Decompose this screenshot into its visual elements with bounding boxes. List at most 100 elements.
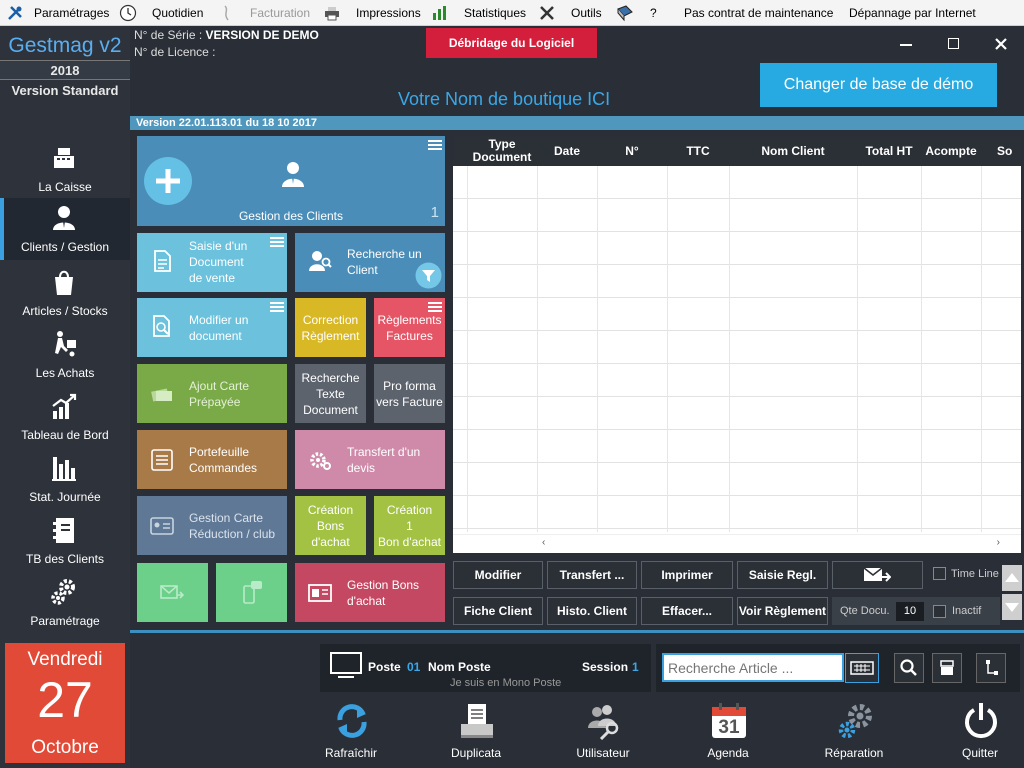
menu-facturation[interactable]: Facturation xyxy=(250,0,310,26)
scroll-right-icon[interactable]: › xyxy=(997,537,1000,548)
menu-icon[interactable] xyxy=(428,140,442,150)
col-ttc[interactable]: TTC xyxy=(667,136,729,166)
creation-1bon-tile[interactable]: Création 1 Bon d'achat xyxy=(374,496,445,555)
menu-outils[interactable]: Outils xyxy=(571,0,602,26)
table-row[interactable] xyxy=(453,364,1021,397)
document-search-icon xyxy=(153,315,170,337)
col-nom-client[interactable]: Nom Client xyxy=(729,136,857,166)
recherche-texte-tile[interactable]: Recherche Texte Document xyxy=(295,364,366,423)
menu-icon[interactable] xyxy=(270,237,284,247)
documents-table[interactable]: Type Document Date N° TTC Nom Client Tot… xyxy=(453,136,1021,553)
scroll-left-icon[interactable]: ‹ xyxy=(542,537,545,548)
quitter-button[interactable]: Quitter xyxy=(930,700,1024,766)
col-type-document[interactable]: Type Document xyxy=(467,136,537,166)
maximize-icon[interactable] xyxy=(944,34,964,54)
sidebar-item-tb-clients[interactable]: TB des Clients xyxy=(0,510,130,572)
mono-poste-text: Je suis en Mono Poste xyxy=(450,677,562,689)
fiche-client-button[interactable]: Fiche Client xyxy=(453,597,543,625)
sidebar-item-parametrage[interactable]: Paramétrage xyxy=(0,572,130,634)
menu-icon[interactable] xyxy=(428,302,442,312)
table-row[interactable] xyxy=(453,199,1021,232)
col-numero[interactable]: N° xyxy=(597,136,667,166)
saisie-regl-button[interactable]: Saisie Regl. xyxy=(737,561,828,589)
table-row[interactable] xyxy=(453,298,1021,331)
table-row[interactable] xyxy=(453,430,1021,463)
search-article-input[interactable] xyxy=(662,653,844,682)
saisie-document-tile[interactable]: Saisie d'un Document de vente xyxy=(137,233,287,292)
effacer-button[interactable]: Effacer... xyxy=(641,597,733,625)
table-row[interactable] xyxy=(453,463,1021,496)
gears-icon xyxy=(51,579,75,605)
modifier-button[interactable]: Modifier xyxy=(453,561,543,589)
transfert-devis-tile[interactable]: Transfert d'un devis xyxy=(295,430,445,489)
menu-maintenance[interactable]: Pas contrat de maintenance xyxy=(684,0,833,26)
horizontal-scrollbar[interactable]: ‹ › xyxy=(453,534,1021,552)
histo-client-button[interactable]: Histo. Client xyxy=(547,597,637,625)
col-date[interactable]: Date xyxy=(537,136,597,166)
minimize-icon[interactable] xyxy=(896,34,916,54)
table-row[interactable] xyxy=(453,166,1021,199)
menu-parametrages[interactable]: Paramétrages xyxy=(34,0,109,26)
voir-reglement-button[interactable]: Voir Règlement xyxy=(737,597,828,625)
menu-icon[interactable] xyxy=(270,302,284,312)
menu-statistiques[interactable]: Statistiques xyxy=(464,0,526,26)
sidebar-item-achats[interactable]: Les Achats xyxy=(0,324,130,386)
transfert-button[interactable]: Transfert ... xyxy=(547,561,637,589)
table-row[interactable] xyxy=(453,232,1021,265)
menu-quotidien[interactable]: Quotidien xyxy=(152,0,203,26)
table-row[interactable] xyxy=(453,331,1021,364)
gestion-carte-tile[interactable]: Gestion Carte Réduction / club xyxy=(137,496,287,555)
hierarchy-button[interactable] xyxy=(976,653,1006,683)
pro-forma-tile[interactable]: Pro forma vers Facture xyxy=(374,364,445,423)
col-acompte[interactable]: Acompte xyxy=(921,136,981,166)
scroll-up-button[interactable] xyxy=(1002,565,1022,591)
change-demo-db-button[interactable]: Changer de base de démo xyxy=(760,63,997,107)
modifier-document-tile[interactable]: Modifier un document xyxy=(137,298,287,357)
creation-bons-tile[interactable]: Création Bons d'achat xyxy=(295,496,366,555)
table-column-line xyxy=(467,166,468,532)
correction-reglement-tile[interactable]: Correction Règlement xyxy=(295,298,366,357)
utilisateur-button[interactable]: Utilisateur xyxy=(553,700,653,766)
time-line-checkbox[interactable] xyxy=(933,567,946,580)
keyboard-button[interactable] xyxy=(845,653,879,683)
unlock-software-button[interactable]: Débridage du Logiciel xyxy=(426,28,597,58)
scroll-down-button[interactable] xyxy=(1002,594,1022,620)
menu-help[interactable]: ? xyxy=(650,0,657,26)
imprimer-button[interactable]: Imprimer xyxy=(641,561,733,589)
menu-impressions[interactable]: Impressions xyxy=(356,0,421,26)
sms-tile[interactable] xyxy=(216,563,287,622)
menu-depannage[interactable]: Dépannage par Internet xyxy=(849,0,976,26)
sidebar-item-tableau[interactable]: Tableau de Bord xyxy=(0,386,130,448)
sidebar-item-caisse[interactable]: La Caisse xyxy=(0,138,130,200)
filter-icon[interactable] xyxy=(415,262,442,289)
reparation-button[interactable]: Réparation xyxy=(804,700,904,766)
tile-line: Règlement xyxy=(301,329,360,343)
recherche-client-tile[interactable]: Recherche un Client xyxy=(295,233,445,292)
ajout-carte-tile[interactable]: Ajout Carte Prépayée xyxy=(137,364,287,423)
send-email-button[interactable] xyxy=(832,561,923,589)
duplicata-button[interactable]: Duplicata xyxy=(426,700,526,766)
portefeuille-commandes-tile[interactable]: Portefeuille Commandes xyxy=(137,430,287,489)
gestion-bons-tile[interactable]: Gestion Bons d'achat xyxy=(295,563,445,622)
add-circle-icon[interactable] xyxy=(143,156,193,206)
sidebar-item-articles[interactable]: Articles / Stocks xyxy=(0,262,130,324)
settings-tools-icon xyxy=(8,6,22,20)
col-total-ht[interactable]: Total HT xyxy=(857,136,921,166)
table-row[interactable] xyxy=(453,265,1021,298)
close-icon[interactable] xyxy=(991,34,1011,54)
rafraichir-button[interactable]: Rafraîchir xyxy=(301,700,401,766)
qte-docu-input[interactable]: 10 xyxy=(896,602,924,621)
reglements-factures-tile[interactable]: Règlements Factures xyxy=(374,298,445,357)
sidebar-item-stat[interactable]: Stat. Journée xyxy=(0,448,130,510)
inactif-checkbox[interactable] xyxy=(933,605,946,618)
col-solde[interactable]: So xyxy=(991,136,1021,166)
barcode-button[interactable] xyxy=(932,653,962,683)
search-button[interactable] xyxy=(894,653,924,683)
email-tile[interactable] xyxy=(137,563,208,622)
table-row[interactable] xyxy=(453,397,1021,430)
sidebar-item-clients[interactable]: Clients / Gestion xyxy=(0,198,130,260)
gestion-clients-tile[interactable]: Gestion des Clients 1 xyxy=(137,136,445,226)
table-row[interactable] xyxy=(453,496,1021,529)
brand-year: 2018 xyxy=(0,60,130,80)
agenda-button[interactable]: 31 Agenda xyxy=(678,700,778,766)
